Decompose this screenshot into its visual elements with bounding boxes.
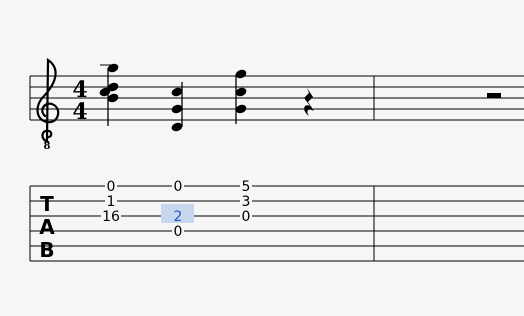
- score-page: 8 4 4 T A B 0 1 16 0 2 0 5 3 0: [0, 0, 524, 316]
- tab-fret-number-selected[interactable]: 2: [174, 209, 183, 225]
- tab-clef: T A B: [39, 192, 55, 262]
- tab-fret-number[interactable]: 3: [242, 194, 251, 210]
- clef-octave-mark: 8: [44, 141, 51, 152]
- chord-3[interactable]: [234, 68, 250, 124]
- tab-fret-number[interactable]: 0: [174, 179, 183, 195]
- treble-clef-8vb-icon: [36, 57, 60, 144]
- tab-fret-number[interactable]: 0: [107, 179, 116, 195]
- tab-clef-letter: B: [39, 238, 54, 262]
- tab-clef-letter: T: [40, 192, 54, 216]
- whole-rest-icon[interactable]: [487, 93, 501, 98]
- tab-fret-number[interactable]: 0: [174, 224, 183, 240]
- tab-fret-number[interactable]: 1: [107, 194, 116, 210]
- tab-clef-letter: A: [39, 215, 55, 239]
- tab-fret-number[interactable]: 5: [242, 179, 251, 195]
- score-canvas[interactable]: 8 4 4 T A B 0 1 16 0 2 0 5 3 0: [0, 0, 524, 316]
- quarter-rest-icon[interactable]: [304, 88, 314, 116]
- tab-fret-number[interactable]: 0: [242, 209, 251, 225]
- tab-column-2[interactable]: 0 2 0: [172, 179, 184, 240]
- tab-column-3[interactable]: 5 3 0: [240, 179, 252, 225]
- time-signature-denominator: 4: [72, 99, 87, 125]
- tab-fret-number[interactable]: 16: [102, 209, 120, 225]
- chord-2[interactable]: [170, 82, 183, 133]
- chord-1[interactable]: [98, 62, 119, 126]
- standard-staff: [29, 75, 524, 121]
